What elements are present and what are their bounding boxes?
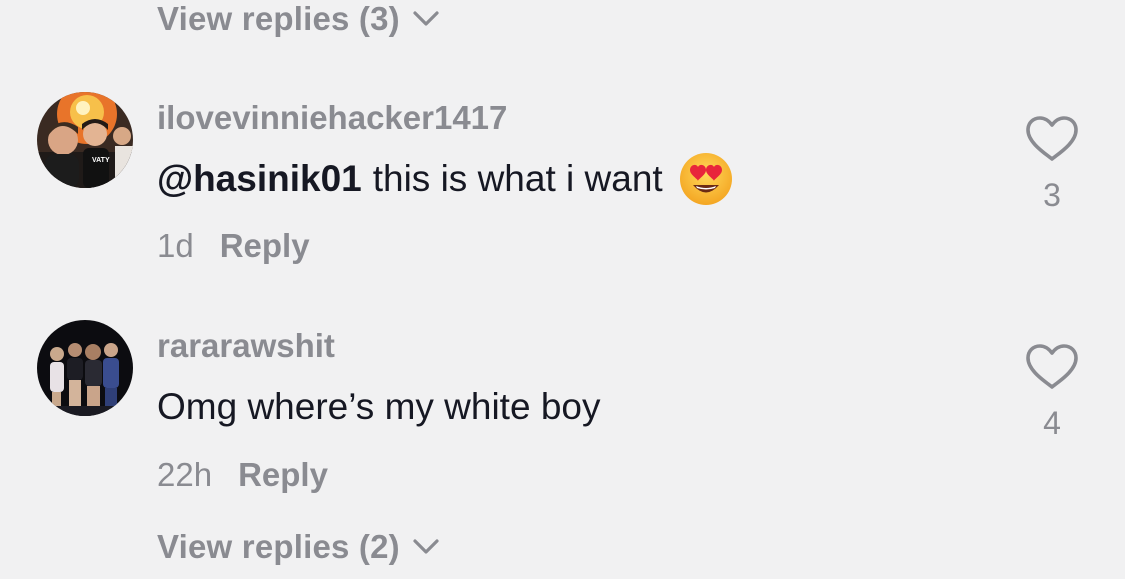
- comment-username[interactable]: rararawshit: [157, 327, 335, 365]
- comment-text: @hasinik01 this is what i want: [157, 152, 733, 206]
- view-replies-label: View replies (2): [157, 528, 400, 565]
- comments-screen: View replies (3) VATY ilovevinniehacker1…: [0, 0, 1125, 579]
- svg-text:VATY: VATY: [92, 157, 110, 164]
- like-count: 3: [1043, 177, 1061, 213]
- comment-username[interactable]: ilovevinniehacker1417: [157, 99, 507, 137]
- mention-link[interactable]: @hasinik01: [157, 158, 362, 200]
- heart-eyes-emoji-icon: [679, 152, 733, 206]
- view-replies-button[interactable]: View replies (3): [157, 0, 440, 38]
- comment-meta: 22h Reply: [157, 456, 328, 494]
- comment-text: Omg where’s my white boy: [157, 386, 600, 428]
- view-replies-button[interactable]: View replies (2): [157, 528, 440, 566]
- like-button[interactable]: 3: [1022, 114, 1082, 214]
- view-replies-label: View replies (3): [157, 0, 400, 37]
- avatar[interactable]: [37, 320, 133, 416]
- like-button[interactable]: 4: [1022, 342, 1082, 442]
- chevron-down-icon: [412, 538, 440, 556]
- chevron-down-icon: [412, 10, 440, 28]
- comment-timestamp: 1d: [157, 227, 194, 264]
- heart-outline-icon: [1024, 342, 1080, 397]
- avatar[interactable]: VATY: [37, 92, 133, 188]
- comment-body: Omg where’s my white boy: [157, 386, 601, 427]
- comment-meta: 1d Reply: [157, 227, 310, 265]
- heart-outline-icon: [1024, 114, 1080, 169]
- comment-body: this is what i want: [372, 158, 663, 199]
- reply-button[interactable]: Reply: [220, 227, 310, 265]
- like-count: 4: [1043, 405, 1061, 441]
- reply-button[interactable]: Reply: [238, 456, 328, 494]
- comment-timestamp: 22h: [157, 456, 213, 493]
